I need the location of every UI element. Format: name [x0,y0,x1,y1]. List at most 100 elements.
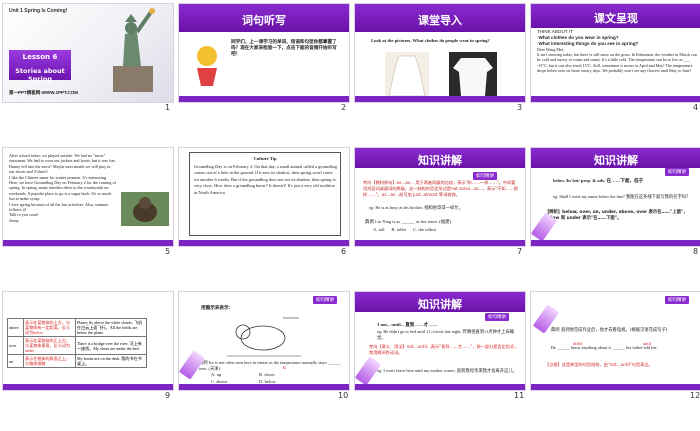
groundhog-photo [121,192,169,226]
slide-header-title: 知识讲解 [594,154,638,167]
slide-number-4: 4 [693,103,699,112]
slide-header: 课文呈现 [531,4,700,28]
knowledge-point: below /bɪˈləʊ/ prep. & adv. 在……下面，低于 [553,178,644,183]
table-cell-english: Planes fly above the white clouds. 飞机在白云… [75,318,147,337]
slide-footer [179,240,349,246]
section-tag: 如句精讲 [313,296,337,304]
table-row: above 表示在某物体的上方，与某物体有一定距离，反义词为below Plan… [7,318,147,337]
statue-of-liberty-image [113,8,155,92]
culture-tip-box: Culture Tip Groundhog Day is on February… [189,152,341,236]
exercise-question: 典例 Liu Ying is as ______ as her sister. … [365,219,452,224]
table-cell-word: over [7,336,24,355]
slide-footer [355,240,525,246]
slide-footer [355,96,525,102]
letter-text-continued: After school today, we played outside. W… [9,153,116,223]
example-sentence-2: eg: I won't leave here until my mother c… [377,368,517,373]
exercise-question: 典例 Ice is not often seen here in winter … [199,360,341,371]
elephant-diagram [227,317,301,357]
slide-thumbnail-9[interactable]: above 表示在某物体的上方，与某物体有一定距离，反义词为below Plan… [2,291,174,391]
slide-header: 知识讲解 [355,148,525,168]
slide-footer [179,96,349,102]
cartoon-sun-speaker-icon [197,46,217,86]
slide-header-title: 课堂导入 [418,14,462,27]
example-sentence: eg: He is as busy as his brother. 他和他哥哥一… [369,205,463,210]
slide-number-10: 10 [338,391,349,400]
explanation-note: 【点拨】这是典型的句型结构，由"not...until"句型表达。 [545,362,653,367]
example-sentence: eg: Shall I write my name below the line… [553,194,691,199]
letter-text: Dear Wang Mei, It isn't snowing today, b… [537,47,697,73]
slide-thumbnail-4[interactable]: 课文呈现 THINK ABOUT IT ·What clothes do you… [530,3,700,103]
slide-number-9: 9 [165,391,171,400]
slide-thumbnail-11[interactable]: 知识讲解 如句精讲 3 not... until... 直到……才…… eg: … [354,291,526,391]
slide-sorter-grid: Unit 1 Spring Is Coming! Lesson 6 Storie… [0,0,700,431]
slide-footer [531,96,700,102]
slide-thumbnail-8[interactable]: 知识讲解 如句精讲 below /bɪˈləʊ/ prep. & adv. 在…… [530,147,700,247]
table-cell-chinese: 表示在某物体的正上方，与某物体垂直，反义词为under [23,336,76,355]
slide-number-7: 7 [517,247,523,256]
pencil-decoration [531,212,558,242]
example-sentence: eg: He didn't go to bed until 11 o'clock… [377,329,515,340]
slide-footer [3,240,173,246]
section-tag: 如句精讲 [665,296,689,304]
slide-header: 词句听写 [179,4,349,32]
culture-tip-title: Culture Tip [253,156,277,161]
white-lace-dress-photo [385,52,429,98]
section-tag: 如句精讲 [665,168,689,176]
usage-note: 考向【意义、用法】not...until...表示"直到……才……"，前一部分是… [369,344,519,355]
table-cell-word: on [7,354,24,368]
answer-blank-2: until [643,341,651,346]
table-cell-english: There is a bridge over the river. 河上有一座桥… [75,336,147,355]
slide-number-6: 6 [341,247,347,256]
white-shirt-photo [449,52,497,98]
preposition-table: above 表示在某物体的上方，与某物体有一定距离，反义词为below Plan… [7,318,147,368]
slide-thumbnail-2[interactable]: 词句听写 同学们，上一课学习的单词、短语和句型你都掌握了吗？现在大家来检验一下，… [178,3,350,103]
slide-footer [531,384,700,390]
slide-number-2: 2 [341,103,347,112]
slide-thumbnail-10[interactable]: 如句精讲 用图示来表示： 典例 Ice is not often seen he… [178,291,350,391]
unit-title: Unit 1 Spring Is Coming! [9,8,68,14]
slide-thumbnail-12[interactable]: 如句精讲 典例 直到他完成作业后，他才去看电视。(根据汉语完成句子) He __… [530,291,700,391]
slide-number-11: 11 [514,391,525,400]
knowledge-point: 考向【教材原句】as...as... 用于两者同级的比较，表示"和……一样……"… [363,180,519,197]
lesson-title: Stories about Spring [15,67,65,83]
section-tag: 如句精讲 [485,313,509,321]
slide-footer [531,240,700,246]
table-row: over 表示在某物体的正上方，与某物体垂直，反义词为under There i… [7,336,147,355]
table-cell-word: above [7,318,24,337]
slide-header-title: 知识讲解 [418,154,462,167]
slide-number-5: 5 [165,247,171,256]
slide-thumbnail-1[interactable]: Unit 1 Spring Is Coming! Lesson 6 Storie… [2,3,174,103]
section-tag: 如句精讲 [473,172,497,180]
slide-header: 课堂导入 [355,4,525,32]
slide-number-8: 8 [693,247,699,256]
intro-question: Look at the pictures. What clothes do pe… [371,38,490,43]
lesson-number: Lesson 6 [22,53,58,61]
slide-header-title: 知识讲解 [418,298,462,311]
table-cell-chinese: 表示在物体的表面之上，与物体接触 [23,354,76,368]
slide-header: 知识讲解 [531,148,700,168]
slide-footer [355,384,525,390]
slide-header: 知识讲解 [355,292,525,312]
slide-footer [3,384,173,390]
site-watermark: 第一PPT模板网-WWW.1PPT.COM [9,90,78,95]
option-a: A. up [211,372,222,377]
culture-tip-text: Groundhog Day is on February 2. On that … [194,164,338,195]
lesson-title-box: Lesson 6 Stories about Spring [9,50,71,83]
option-b: B. down [259,372,275,377]
slide-thumbnail-5[interactable]: After school today, we played outside. W… [2,147,174,247]
table-row: on 表示在物体的表面之上，与物体接触 My books are on the … [7,354,147,368]
slide-number-1: 1 [165,103,171,112]
answer-blank-1: didn't [573,341,583,346]
slide-thumbnail-7[interactable]: 知识讲解 如句精讲 考向【教材原句】as...as... 用于两者同级的比较，表… [354,147,526,247]
exercise-answer: C [283,365,287,370]
slide-number-12: 12 [690,391,700,400]
slide-thumbnail-3[interactable]: 课堂导入 Look at the pictures. What clothes … [354,3,526,103]
table-cell-chinese: 表示在某物体的上方，与某物体有一定距离，反义词为below [23,318,76,337]
exercise-question: 典例 直到他完成作业后，他才去看电视。(根据汉语完成句子) [551,328,668,333]
slide-footer [179,384,349,390]
knowledge-point: 3 not... until... 直到……才…… [377,322,438,327]
distinction-note: 【辨析】below, over, on, under, above, over … [545,210,688,221]
diagram-caption: 用图示来表示： [201,306,234,311]
slide-thumbnail-6[interactable]: Culture Tip Groundhog Day is on February… [178,147,350,247]
dictation-instructions: 同学们，上一课学习的单词、短语和句型你都掌握了吗？现在大家来检验一下，点击下面的… [231,40,337,57]
